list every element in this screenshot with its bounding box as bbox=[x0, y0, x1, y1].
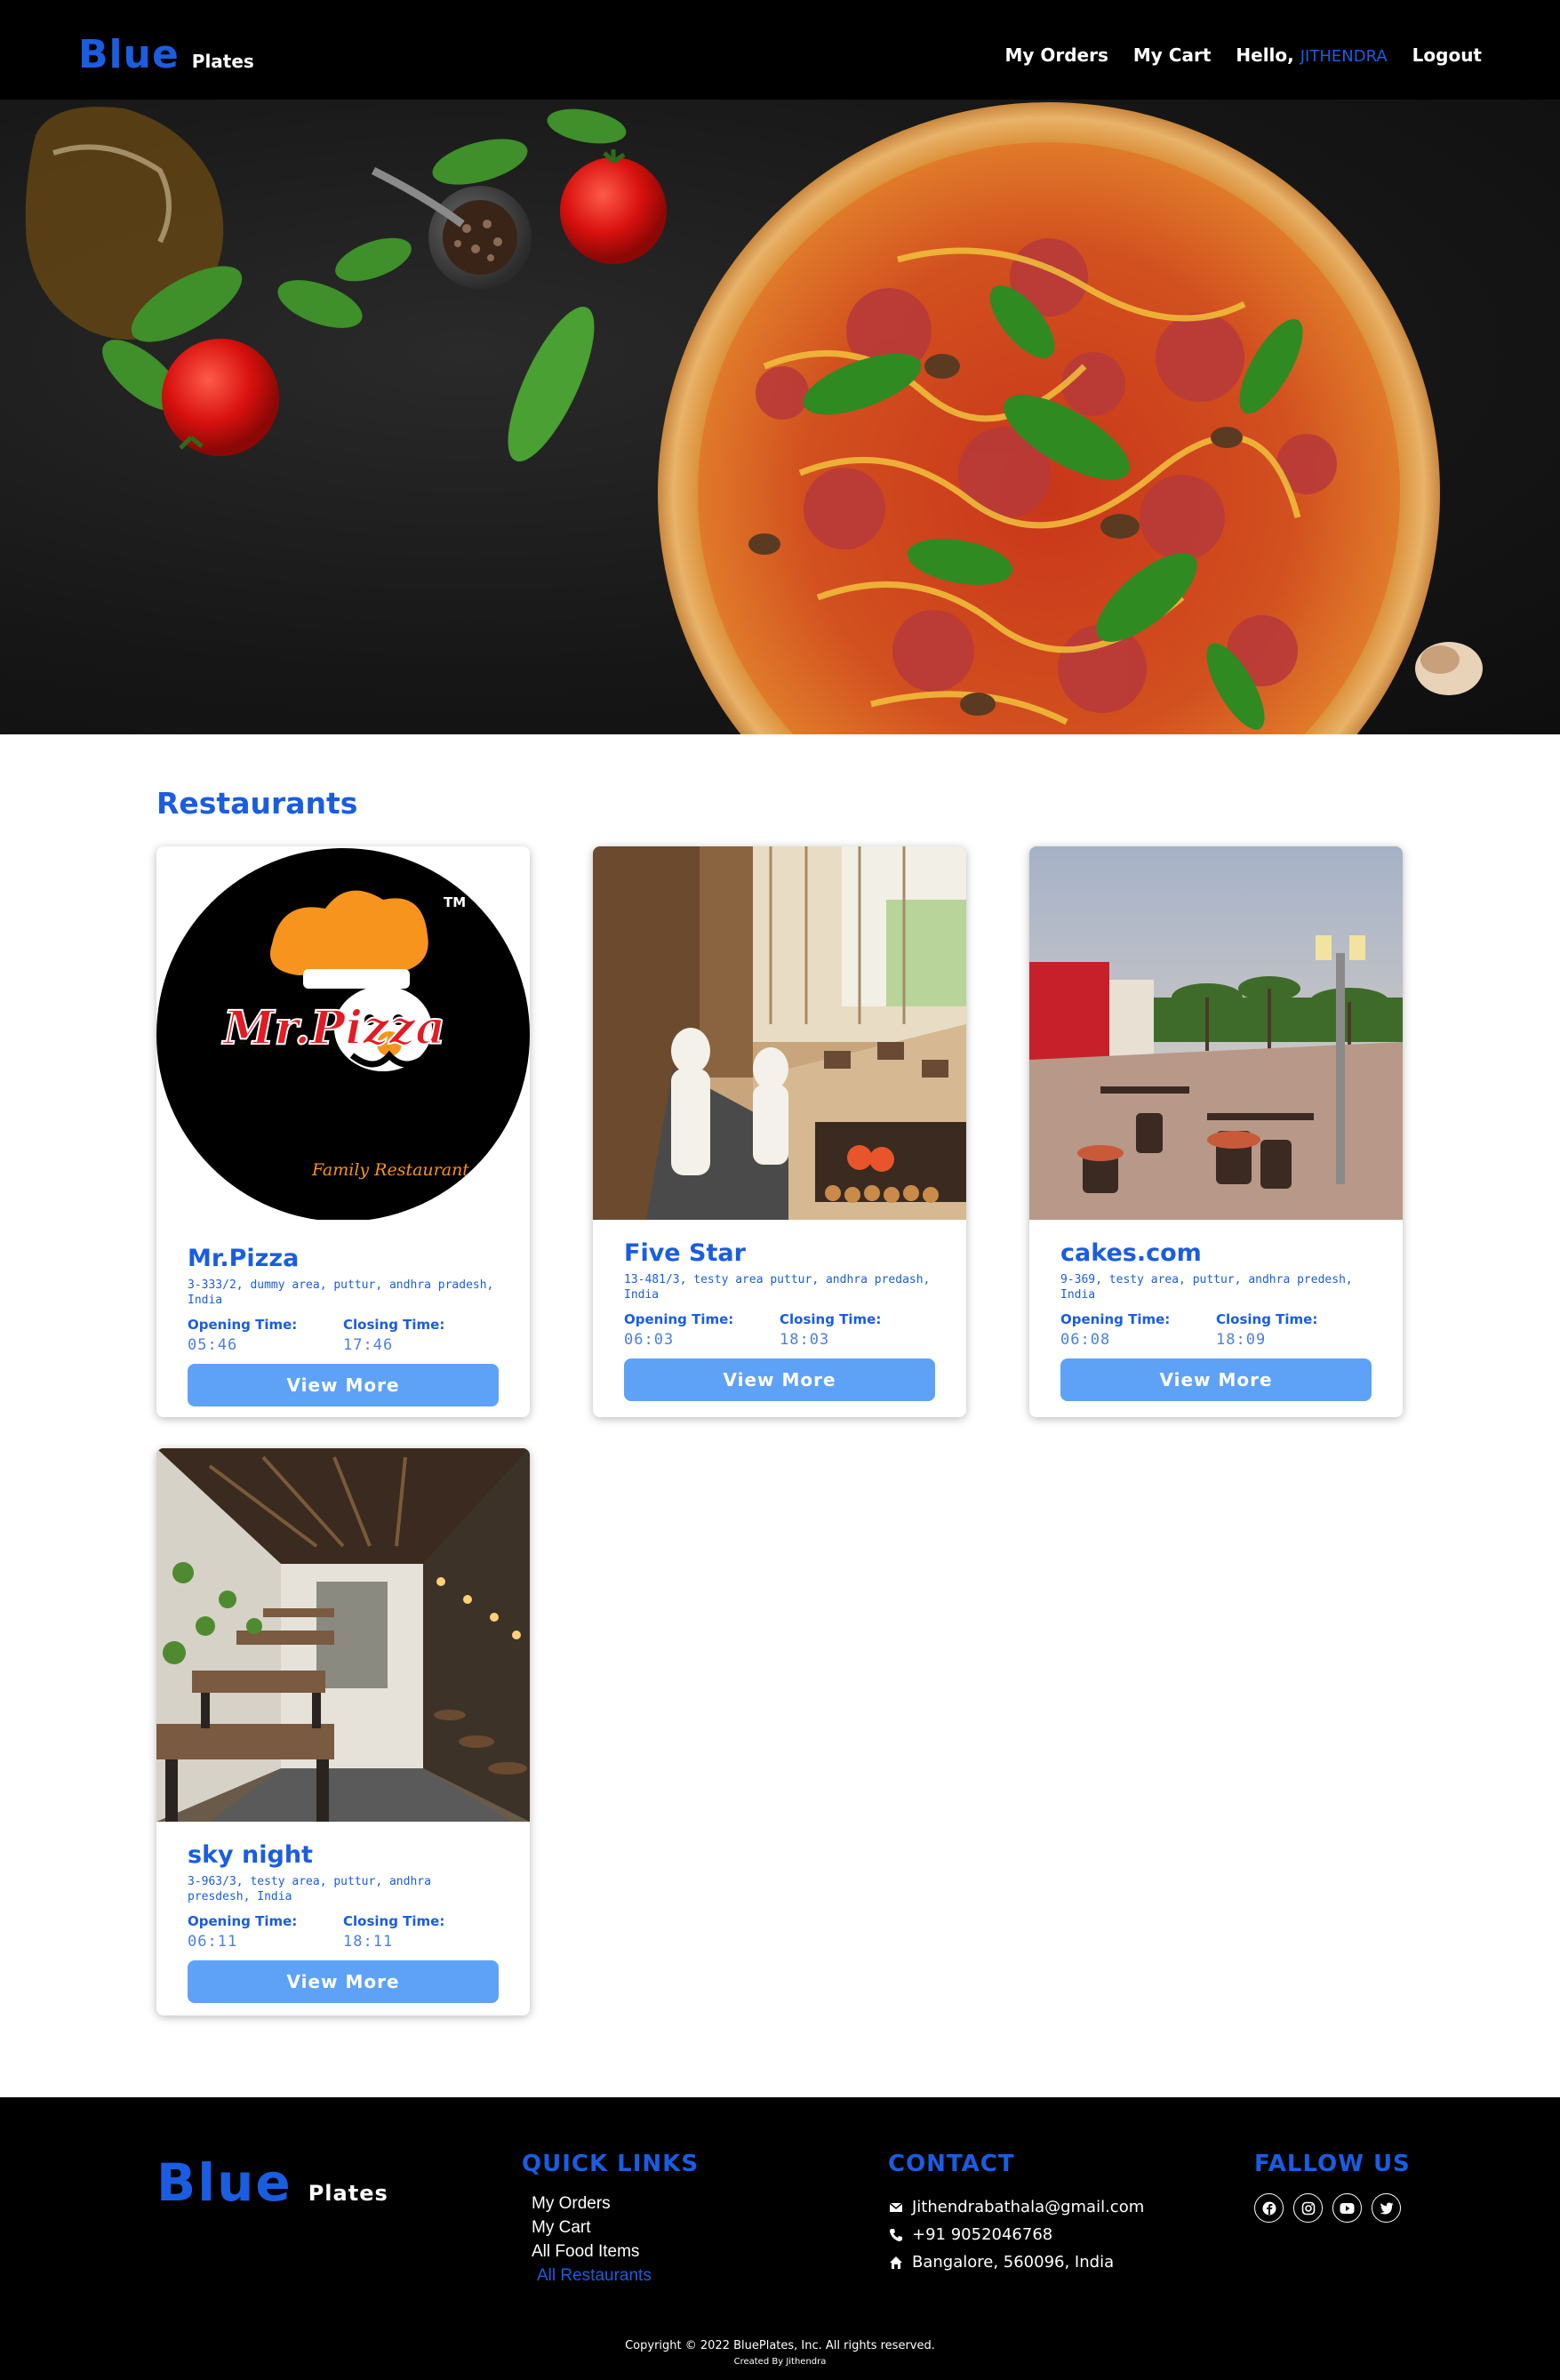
hero-banner bbox=[0, 100, 1560, 734]
restaurant-name: Five Star bbox=[624, 1239, 746, 1267]
view-more-button[interactable]: View More bbox=[188, 1960, 499, 2003]
nav-logout[interactable]: Logout bbox=[1412, 44, 1482, 66]
nav-hello-user[interactable]: Hello, JITHENDRA bbox=[1236, 44, 1387, 66]
footer-brand-logo[interactable]: Blue Plates bbox=[156, 2152, 388, 2213]
contact-info: Jithendrabathala@gmail.com +91 905204676… bbox=[889, 2193, 1144, 2276]
restaurant-card[interactable]: cakes.com 9-369, testy area, puttur, and… bbox=[1029, 846, 1403, 1417]
view-more-button[interactable]: View More bbox=[188, 1364, 499, 1406]
restaurant-image-cakes bbox=[1029, 846, 1403, 1220]
restaurant-name: cakes.com bbox=[1060, 1239, 1202, 1267]
footer-brand-main: Blue bbox=[156, 2152, 292, 2213]
restaurant-name: Mr.Pizza bbox=[188, 1245, 300, 1272]
footer-brand-sub: Plates bbox=[308, 2181, 388, 2206]
restaurant-card[interactable]: sky night 3-963/3, testy area, puttur, a… bbox=[156, 1448, 530, 2015]
opening-label: Opening Time: bbox=[1060, 1311, 1171, 1327]
footer-link-all-food-items[interactable]: All Food Items bbox=[532, 2240, 652, 2264]
contact-address-row: Bangalore, 560096, India bbox=[889, 2248, 1144, 2276]
navbar: Blue Plates My Orders My Cart Hello, JIT… bbox=[0, 0, 1560, 100]
nav-links: My Orders My Cart Hello, JITHENDRA Logou… bbox=[1004, 44, 1482, 66]
restaurant-card[interactable]: Five Star 13-481/3, testy area puttur, a… bbox=[593, 846, 966, 1417]
closing-time: 18:09 bbox=[1216, 1331, 1267, 1349]
contact-email[interactable]: Jithendrabathala@gmail.com bbox=[912, 2193, 1144, 2221]
view-more-button[interactable]: View More bbox=[624, 1358, 935, 1401]
opening-time: 06:03 bbox=[624, 1331, 675, 1349]
nav-username: JITHENDRA bbox=[1300, 47, 1388, 66]
restaurant-address: 9-369, testy area, puttur, andhra predes… bbox=[1060, 1273, 1353, 1302]
logo-tm: TM bbox=[444, 894, 466, 910]
contact-title: CONTACT bbox=[888, 2151, 1015, 2177]
contact-address: Bangalore, 560096, India bbox=[912, 2253, 1115, 2272]
restaurant-image-sky-night bbox=[156, 1448, 530, 1822]
contact-phone-row: +91 9052046768 bbox=[889, 2221, 1144, 2248]
nav-hello: Hello, bbox=[1236, 44, 1294, 66]
opening-label: Opening Time: bbox=[188, 1913, 298, 1929]
instagram-icon[interactable] bbox=[1293, 2193, 1323, 2223]
social-links bbox=[1254, 2193, 1401, 2223]
footer: Blue Plates QUICK LINKS My Orders My Car… bbox=[0, 2097, 1560, 2380]
contact-email-row: Jithendrabathala@gmail.com bbox=[889, 2193, 1144, 2221]
restaurant-address: 3-963/3, testy area, puttur, andhra pres… bbox=[188, 1875, 431, 1903]
footer-link-my-cart[interactable]: My Cart bbox=[532, 2216, 652, 2240]
contact-phone[interactable]: +91 9052046768 bbox=[912, 2221, 1052, 2248]
restaurant-name: sky night bbox=[188, 1841, 313, 1869]
restaurant-address: 3-333/2, dummy area, puttur, andhra prad… bbox=[188, 1278, 494, 1307]
restaurants-title: Restaurants bbox=[156, 786, 358, 821]
footer-link-all-restaurants[interactable]: All Restaurants bbox=[532, 2264, 652, 2288]
created-by-text: Created By Jithendra bbox=[733, 2357, 827, 2367]
follow-us-title: FALLOW US bbox=[1254, 2151, 1411, 2177]
twitter-icon[interactable] bbox=[1372, 2193, 1401, 2223]
home-icon bbox=[890, 2256, 902, 2269]
logo-subtext: Family Restaurant bbox=[311, 1160, 469, 1180]
nav-my-orders[interactable]: My Orders bbox=[1004, 44, 1108, 66]
copyright-text: Copyright © 2022 BluePlates, Inc. All ri… bbox=[625, 2339, 935, 2352]
brand-sub: Plates bbox=[191, 51, 254, 72]
restaurant-image-five-star bbox=[593, 846, 966, 1220]
quick-links: My Orders My Cart All Food Items All Res… bbox=[532, 2192, 652, 2288]
mail-icon bbox=[889, 2201, 903, 2212]
nav-my-cart[interactable]: My Cart bbox=[1133, 44, 1212, 66]
opening-time: 05:46 bbox=[188, 1336, 238, 1354]
facebook-icon[interactable] bbox=[1254, 2193, 1284, 2223]
quick-links-title: QUICK LINKS bbox=[522, 2151, 700, 2177]
closing-label: Closing Time: bbox=[343, 1317, 445, 1333]
youtube-icon[interactable] bbox=[1332, 2193, 1362, 2223]
brand-main: Blue bbox=[78, 32, 180, 77]
restaurant-card[interactable]: TM Mr.Pizza Family Restaurant Mr.Pizza 3… bbox=[156, 846, 530, 1417]
brand-logo[interactable]: Blue Plates bbox=[78, 32, 254, 77]
logo-text: Mr.Pizza bbox=[221, 1001, 445, 1055]
closing-time: 18:11 bbox=[343, 1933, 394, 1951]
closing-label: Closing Time: bbox=[780, 1311, 882, 1327]
view-more-button[interactable]: View More bbox=[1060, 1358, 1372, 1401]
phone-icon bbox=[890, 2228, 902, 2241]
closing-label: Closing Time: bbox=[343, 1913, 445, 1929]
closing-time: 17:46 bbox=[343, 1336, 394, 1354]
restaurant-logo-mr-pizza: TM Mr.Pizza Family Restaurant bbox=[156, 846, 530, 1220]
opening-time: 06:11 bbox=[188, 1933, 238, 1951]
hero-pizza-image bbox=[25, 102, 1483, 734]
opening-label: Opening Time: bbox=[624, 1311, 734, 1327]
opening-time: 06:08 bbox=[1060, 1331, 1111, 1349]
closing-label: Closing Time: bbox=[1216, 1311, 1318, 1327]
opening-label: Opening Time: bbox=[188, 1317, 298, 1333]
restaurant-address: 13-481/3, testy area puttur, andhra pred… bbox=[624, 1273, 931, 1302]
closing-time: 18:03 bbox=[780, 1331, 830, 1349]
footer-link-my-orders[interactable]: My Orders bbox=[532, 2192, 652, 2216]
